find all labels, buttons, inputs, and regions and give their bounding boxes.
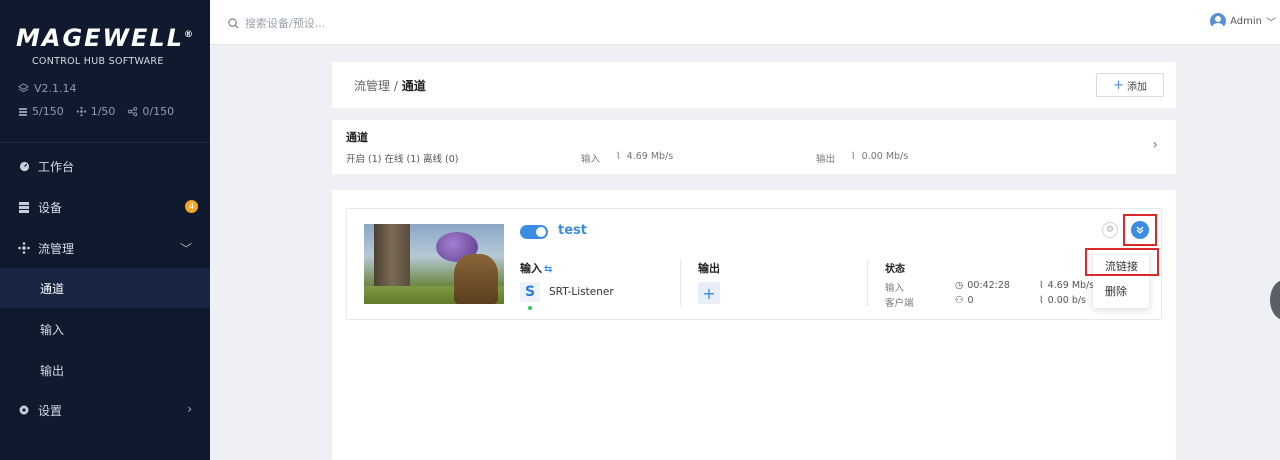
status-clients-label: 客户端 [885,298,914,309]
column-divider [867,259,868,307]
clock-icon: ◷ [955,280,964,291]
status-header: 状态 [885,264,905,275]
resource-counts: 5/150 1/50 0/150 [18,105,174,118]
scroll-handle[interactable] [1270,280,1280,320]
output-header: 输出 [698,262,720,275]
status-duration: ◷ 00:42:28 [955,280,1010,291]
input-source-name[interactable]: SRT-Listener [549,286,614,298]
channel-count: 1/50 [76,105,115,118]
bandwidth-icon: ⌇ [1039,280,1044,291]
srt-protocol-icon: S [520,282,540,302]
search-input[interactable]: 搜索设备/预设... [228,15,325,31]
devices-badge: 4 [185,200,198,213]
input-header: 输入 ⇆ [520,262,553,275]
breadcrumb-card: 流管理 / 通道 + 添加 [332,62,1176,108]
network-icon [18,242,30,254]
product-subtitle: CONTROL HUB SOFTWARE [32,56,164,67]
share-icon [128,106,138,117]
layers-icon [18,83,29,93]
channel-name[interactable]: test [558,223,587,238]
channel-item: test 输入 ⇆ 输出 状态 S SRT-Listener + 输入 ◷ 00:4… [346,208,1162,320]
gear-icon [18,404,30,416]
online-status-dot [528,306,532,310]
share-count: 0/150 [127,105,174,118]
users-icon: ⚇ [955,295,964,306]
user-name: Admin [1230,15,1262,27]
channel-preview-thumbnail[interactable] [364,224,504,304]
sidebar-divider [0,142,210,143]
summary-output: 输出 ⌇ 0.00 Mb/s [816,151,909,165]
magewell-logo[interactable]: MAGEWELL® [16,24,195,52]
chevron-right-icon[interactable]: › [1152,137,1158,153]
chevron-down-icon: ﹀ [179,242,192,256]
user-menu[interactable]: Admin ﹀ [1210,13,1276,29]
search-placeholder: 搜索设备/预设... [245,17,326,30]
sidebar-item-settings[interactable]: 设置 › [0,390,210,430]
network-icon [76,106,86,117]
bandwidth-icon: ⌇ [1039,295,1044,306]
status-input-rate: ⌇ 4.69 Mb/s [1039,280,1095,291]
channel-list-card: test 输入 ⇆ 输出 状态 S SRT-Listener + 输入 ◷ 00:4… [332,190,1176,460]
sidebar-item-channels[interactable]: 通道 [0,268,210,308]
breadcrumb-parent[interactable]: 流管理 [354,79,390,93]
sidebar-item-dashboard[interactable]: 工作台 [0,146,210,186]
channel-settings-button[interactable]: ⚙ [1102,222,1118,238]
add-output-button[interactable]: + [698,282,720,304]
sidebar: MAGEWELL® CONTROL HUB SOFTWARE V2.1.14 5… [0,0,210,460]
server-icon [19,107,27,116]
device-count: 5/150 [18,105,64,118]
status-output-rate: ⌇ 0.00 b/s [1039,295,1086,306]
sidebar-item-stream-management[interactable]: 流管理 ﹀ [0,228,210,268]
dashboard-icon [18,160,30,172]
bandwidth-icon: ⌇ [616,151,621,162]
sidebar-item-outputs[interactable]: 输出 [0,350,210,390]
add-channel-button[interactable]: + 添加 [1096,73,1164,97]
plus-icon: + [1113,77,1124,93]
sidebar-item-devices[interactable]: 设备 4 [0,187,210,227]
highlight-box [1123,214,1157,246]
summary-input: 输入 ⌇ 4.69 Mb/s [581,151,674,165]
summary-title: 通道 [346,131,368,144]
status-input-label: 输入 [885,283,905,294]
channel-summary-card[interactable]: 通道 开启 (1) 在线 (1) 离线 (0) 输入 ⌇ 4.69 Mb/s 输… [332,120,1176,174]
avatar [1210,13,1227,29]
chevron-down-icon: ﹀ [1266,17,1276,29]
chevron-right-icon: › [187,402,192,416]
sidebar-item-inputs[interactable]: 输入 [0,309,210,349]
breadcrumb-current: 通道 [401,79,426,93]
version-text: V2.1.14 [34,82,77,95]
top-bar: 搜索设备/预设... Admin ﹀ [210,0,1280,45]
search-icon [228,17,239,28]
channel-enable-toggle[interactable] [520,225,548,239]
version-info: V2.1.14 [18,82,77,95]
bandwidth-icon: ⌇ [851,151,856,162]
highlight-box [1085,248,1159,276]
swap-icon[interactable]: ⇆ [544,264,552,275]
summary-stats: 开启 (1) 在线 (1) 离线 (0) [346,154,459,165]
server-icon [18,201,30,213]
column-divider [680,259,681,307]
status-clients: ⚇ 0 [955,295,974,306]
breadcrumb: 流管理 / 通道 [354,79,426,93]
menu-item-delete[interactable]: 删除 [1105,283,1127,299]
